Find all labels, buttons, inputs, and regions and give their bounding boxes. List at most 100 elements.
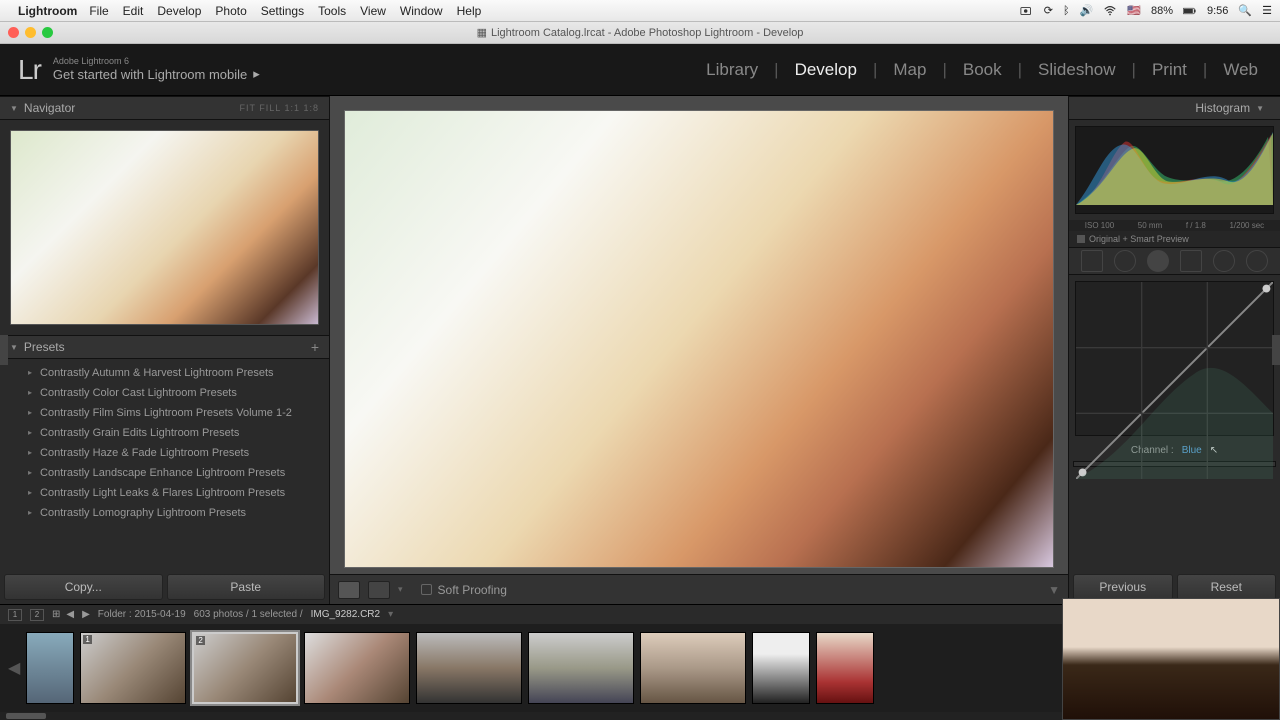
thumbnail[interactable] (304, 632, 410, 704)
disclosure-icon: ▼ (10, 104, 18, 113)
nav-next-icon[interactable]: ▶ (82, 609, 90, 620)
presets-header[interactable]: ▼ Presets + (0, 335, 329, 359)
zoom-icon[interactable] (42, 27, 53, 38)
right-panel: Histogram ▼ ISO 100 50 mm f / 1.8 1/200 … (1068, 96, 1280, 604)
tab-library[interactable]: Library (702, 60, 762, 80)
grad-tool-icon[interactable] (1180, 250, 1202, 272)
preview-icon (1077, 235, 1085, 243)
tab-slideshow[interactable]: Slideshow (1034, 60, 1120, 80)
exif-strip: ISO 100 50 mm f / 1.8 1/200 sec (1069, 220, 1280, 231)
spotlight-icon[interactable]: 🔍 (1238, 4, 1252, 17)
bluetooth-icon[interactable]: ᛒ (1063, 5, 1070, 17)
menu-view[interactable]: View (360, 4, 386, 18)
preset-folder[interactable]: Contrastly Color Cast Lightroom Presets (0, 383, 329, 403)
thumbnail[interactable]: 1 (80, 632, 186, 704)
navigator-modes[interactable]: FIT FILL 1:1 1:8 (239, 103, 319, 113)
window-titlebar: ▦ Lightroom Catalog.lrcat - Adobe Photos… (0, 22, 1280, 44)
preset-folder[interactable]: Contrastly Film Sims Lightroom Presets V… (0, 403, 329, 423)
lr-logo: Lr (18, 54, 41, 86)
toolbar-menu-icon[interactable]: ▼ (1048, 583, 1060, 597)
radial-tool-icon[interactable] (1213, 250, 1235, 272)
thumbnail[interactable] (640, 632, 746, 704)
folder-path[interactable]: Folder : 2015-04-19 (98, 609, 186, 620)
left-panel-toggle[interactable] (0, 335, 8, 365)
traffic-lights[interactable] (8, 27, 53, 38)
tab-map[interactable]: Map (889, 60, 930, 80)
flag-icon[interactable]: 🇺🇸 (1127, 4, 1141, 17)
toolbar-chevron-icon[interactable]: ▾ (398, 584, 403, 595)
spot-tool-icon[interactable] (1114, 250, 1136, 272)
soft-proofing-toggle[interactable]: Soft Proofing (421, 583, 507, 597)
nav-prev-icon[interactable]: ◀ (66, 609, 74, 620)
navigator-preview[interactable] (10, 130, 319, 325)
preset-folder[interactable]: Contrastly Landscape Enhance Lightroom P… (0, 463, 329, 483)
tab-web[interactable]: Web (1219, 60, 1262, 80)
thumbnail[interactable] (816, 632, 874, 704)
add-preset-icon[interactable]: + (311, 339, 319, 355)
path-chevron-icon[interactable]: ▾ (388, 609, 393, 620)
thumbnail[interactable] (416, 632, 522, 704)
menu-help[interactable]: Help (457, 4, 482, 18)
lightroom-header: Lr Adobe Lightroom 6 Get started with Li… (0, 44, 1280, 96)
menu-file[interactable]: File (89, 4, 108, 18)
brush-tool-icon[interactable] (1246, 250, 1268, 272)
main-image[interactable] (344, 110, 1054, 568)
navigator-title: Navigator (24, 101, 75, 115)
screen-record-icon[interactable] (1020, 4, 1034, 18)
sync-icon[interactable]: ⟳ (1044, 4, 1053, 17)
monitor-2-icon[interactable]: 2 (30, 609, 44, 621)
mac-menu-bar: Lightroom File Edit Develop Photo Settin… (0, 0, 1280, 22)
preset-folder[interactable]: Contrastly Haze & Fade Lightroom Presets (0, 443, 329, 463)
tone-curve[interactable] (1075, 281, 1274, 436)
grid-icon[interactable]: ⊞ (52, 609, 58, 620)
tab-print[interactable]: Print (1148, 60, 1191, 80)
mobile-link[interactable]: Get started with Lightroom mobile▸ (53, 66, 260, 82)
loupe-view-icon[interactable] (338, 581, 360, 599)
menu-tools[interactable]: Tools (318, 4, 346, 18)
menu-develop[interactable]: Develop (157, 4, 201, 18)
histogram-display[interactable] (1075, 126, 1274, 214)
menu-edit[interactable]: Edit (123, 4, 144, 18)
preset-folder[interactable]: Contrastly Grain Edits Lightroom Presets (0, 423, 329, 443)
doc-icon: ▦ (477, 26, 487, 39)
app-name[interactable]: Lightroom (18, 4, 77, 18)
reset-button[interactable]: Reset (1177, 574, 1277, 600)
tab-book[interactable]: Book (959, 60, 1006, 80)
menu-photo[interactable]: Photo (215, 4, 246, 18)
scroll-left-icon[interactable]: ◀ (8, 658, 20, 678)
preset-folder[interactable]: Contrastly Lomography Lightroom Presets (0, 503, 329, 523)
wifi-icon[interactable] (1103, 4, 1117, 18)
window-title: Lightroom Catalog.lrcat - Adobe Photosho… (491, 27, 803, 39)
current-file: IMG_9282.CR2 (311, 609, 380, 620)
copy-button[interactable]: Copy... (4, 574, 163, 600)
menu-extra-icon[interactable]: ☰ (1262, 4, 1272, 17)
preset-folder[interactable]: Contrastly Light Leaks & Flares Lightroo… (0, 483, 329, 503)
left-panel: ▼ Navigator FIT FILL 1:1 1:8 ▼ Presets +… (0, 96, 330, 604)
navigator-header[interactable]: ▼ Navigator FIT FILL 1:1 1:8 (0, 96, 329, 120)
preview-status: Original + Smart Preview (1069, 231, 1280, 247)
histogram-header[interactable]: Histogram ▼ (1069, 96, 1280, 120)
preset-folder[interactable]: Contrastly Autumn & Harvest Lightroom Pr… (0, 363, 329, 383)
right-panel-toggle[interactable] (1272, 335, 1280, 365)
minimize-icon[interactable] (25, 27, 36, 38)
volume-icon[interactable]: 🔊 (1080, 4, 1094, 17)
before-after-icon[interactable] (368, 581, 390, 599)
thumbnail-selected[interactable]: 2 (192, 632, 298, 704)
redeye-tool-icon[interactable] (1147, 250, 1169, 272)
battery-icon[interactable] (1183, 4, 1197, 18)
menu-window[interactable]: Window (400, 4, 443, 18)
crop-tool-icon[interactable] (1081, 250, 1103, 272)
menu-settings[interactable]: Settings (261, 4, 304, 18)
thumbnail[interactable] (752, 632, 810, 704)
disclosure-icon: ▼ (1256, 104, 1264, 113)
soft-proofing-label: Soft Proofing (438, 583, 507, 597)
previous-button[interactable]: Previous (1073, 574, 1173, 600)
tab-develop[interactable]: Develop (791, 60, 861, 80)
thumbnail[interactable] (528, 632, 634, 704)
clock[interactable]: 9:56 (1207, 5, 1228, 17)
close-icon[interactable] (8, 27, 19, 38)
thumbnail[interactable] (26, 632, 74, 704)
checkbox-icon[interactable] (421, 584, 432, 595)
monitor-1-icon[interactable]: 1 (8, 609, 22, 621)
paste-button[interactable]: Paste (167, 574, 326, 600)
